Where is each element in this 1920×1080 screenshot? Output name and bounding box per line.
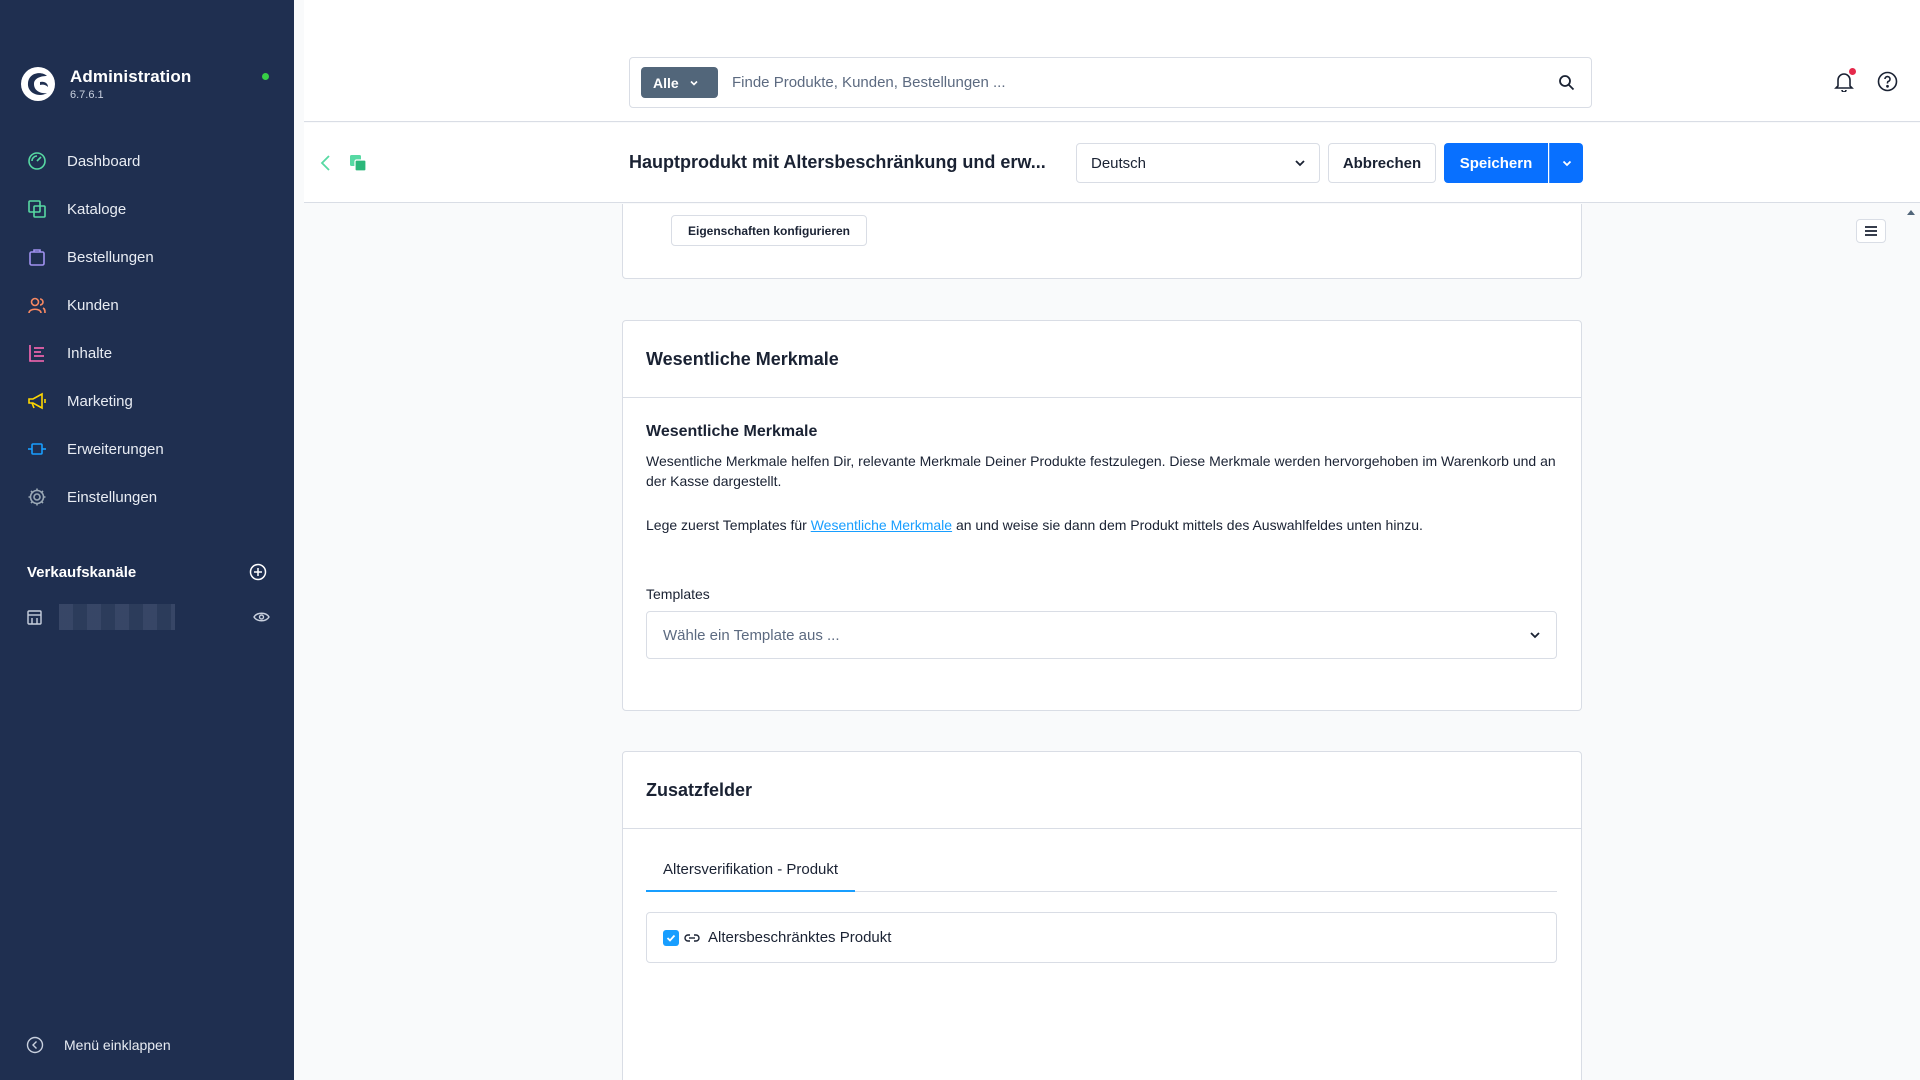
brand-title: Administration: [70, 67, 192, 86]
essential-card-title: Wesentliche Merkmale: [623, 321, 1581, 398]
collapse-menu-button[interactable]: Menü einklappen: [26, 1036, 171, 1054]
storefront-icon: [27, 609, 42, 625]
settings-icon: [26, 486, 48, 508]
sales-channels-header: Verkaufskanäle: [27, 563, 267, 581]
custom-fields-card: Zusatzfelder Altersverifikation - Produk…: [622, 751, 1582, 1080]
search-icon[interactable]: [1558, 74, 1575, 91]
sales-channels-title: Verkaufskanäle: [27, 563, 137, 581]
eye-icon[interactable]: [253, 611, 270, 623]
top-bar: Alle: [304, 0, 1920, 122]
chevron-down-icon: [1295, 160, 1305, 167]
add-circle-icon[interactable]: [249, 563, 267, 581]
sidebar-item-label: Bestellungen: [67, 248, 154, 266]
custom-fields-tabs: Altersverifikation - Produkt: [646, 849, 1557, 892]
notification-badge: [1849, 68, 1856, 75]
sidebar-item-dashboard[interactable]: Dashboard: [0, 137, 294, 185]
age-restricted-field: Altersbeschränktes Produkt: [646, 912, 1557, 963]
extensions-icon: [26, 438, 48, 460]
language-select-value: Deutsch: [1091, 154, 1147, 172]
sidebar-item-label: Erweiterungen: [67, 440, 164, 458]
smart-bar: Hauptprodukt mit Altersbeschränkung und …: [304, 123, 1920, 203]
content-icon: [26, 342, 48, 364]
sidebar-item-label: Marketing: [67, 392, 133, 410]
global-search: Alle: [629, 57, 1592, 108]
sidebar: Administration 6.7.6.1 Dashboard Katalog…: [0, 0, 294, 1080]
sidebar-item-customers[interactable]: Kunden: [0, 281, 294, 329]
sidebar-item-catalog[interactable]: Kataloge: [0, 185, 294, 233]
sidebar-item-extensions[interactable]: Erweiterungen: [0, 425, 294, 473]
essential-description: Wesentliche Merkmale helfen Dir, relevan…: [646, 453, 1556, 489]
scroll-up-arrow-icon[interactable]: [1906, 208, 1916, 216]
sidebar-item-label: Kunden: [67, 296, 119, 314]
main-nav: Dashboard Kataloge Bestellungen Kunden I…: [0, 137, 294, 521]
brand[interactable]: Administration 6.7.6.1: [20, 66, 191, 102]
templates-label: Templates: [646, 586, 710, 602]
age-restricted-label: Altersbeschränktes Produkt: [708, 929, 892, 946]
main-content: Eigenschaften konfigurieren Wesentliche …: [304, 204, 1920, 1080]
help-button[interactable]: [1877, 71, 1898, 97]
dashboard-icon: [26, 150, 48, 172]
save-options-button[interactable]: [1549, 143, 1583, 183]
customers-icon: [26, 294, 48, 316]
essential-characteristics-card: Wesentliche Merkmale Wesentliche Merkmal…: [622, 320, 1582, 711]
sidebar-toggle-button[interactable]: [1856, 219, 1886, 243]
help-circle-icon: [1877, 71, 1898, 92]
custom-fields-title: Zusatzfelder: [623, 752, 1581, 829]
save-button[interactable]: Speichern: [1444, 143, 1548, 183]
templates-select-placeholder: Wähle ein Template aus ...: [663, 626, 840, 644]
hint-text-after: an und weise sie dann dem Produkt mittel…: [952, 517, 1423, 533]
shopware-logo-icon: [21, 67, 55, 101]
configure-properties-button[interactable]: Eigenschaften konfigurieren: [671, 215, 867, 246]
sidebar-item-orders[interactable]: Bestellungen: [0, 233, 294, 281]
brand-version: 6.7.6.1: [70, 89, 104, 101]
sales-channel-item[interactable]: [26, 604, 270, 630]
orders-icon: [26, 246, 48, 268]
chevron-left-circle-icon: [26, 1036, 44, 1054]
essential-subtitle: Wesentliche Merkmale: [646, 423, 818, 440]
sales-channel-name-redacted: [59, 604, 175, 630]
sidebar-item-settings[interactable]: Einstellungen: [0, 473, 294, 521]
duplicate-icon[interactable]: [349, 154, 367, 172]
search-input[interactable]: [732, 74, 1558, 91]
chevron-left-icon[interactable]: [319, 154, 333, 172]
tab-age-verification[interactable]: Altersverifikation - Produkt: [646, 849, 856, 892]
collapse-menu-label: Menü einklappen: [64, 1037, 171, 1053]
age-restricted-checkbox[interactable]: [663, 929, 679, 946]
sidebar-item-label: Kataloge: [67, 200, 127, 218]
sidebar-item-label: Dashboard: [67, 152, 141, 170]
sidebar-item-marketing[interactable]: Marketing: [0, 377, 294, 425]
status-indicator: [262, 73, 269, 80]
language-select[interactable]: Deutsch: [1076, 143, 1320, 183]
search-type-label: Alle: [653, 74, 679, 91]
hint-text-before: Lege zuerst Templates für: [646, 517, 811, 533]
cancel-button[interactable]: Abbrechen: [1328, 143, 1436, 183]
chevron-down-icon: [1562, 160, 1571, 167]
templates-select[interactable]: Wähle ein Template aus ...: [646, 611, 1557, 659]
notifications-button[interactable]: [1833, 68, 1856, 97]
properties-card: Eigenschaften konfigurieren: [622, 204, 1582, 279]
sidebar-item-content[interactable]: Inhalte: [0, 329, 294, 377]
menu-icon: [1865, 226, 1877, 236]
page-title: Hauptprodukt mit Altersbeschränkung und …: [629, 152, 1046, 172]
search-type-dropdown[interactable]: Alle: [641, 67, 718, 98]
catalog-icon: [26, 198, 48, 220]
chevron-down-icon: [690, 80, 698, 86]
marketing-icon: [26, 390, 48, 412]
inheritance-link-icon[interactable]: [684, 932, 700, 944]
checkmark-icon: [666, 934, 676, 942]
chevron-down-icon: [1530, 632, 1540, 639]
essential-templates-link[interactable]: Wesentliche Merkmale: [811, 517, 952, 533]
essential-hint: Lege zuerst Templates für Wesentliche Me…: [646, 515, 1558, 535]
sidebar-item-label: Einstellungen: [67, 488, 158, 506]
sidebar-item-label: Inhalte: [67, 344, 113, 362]
